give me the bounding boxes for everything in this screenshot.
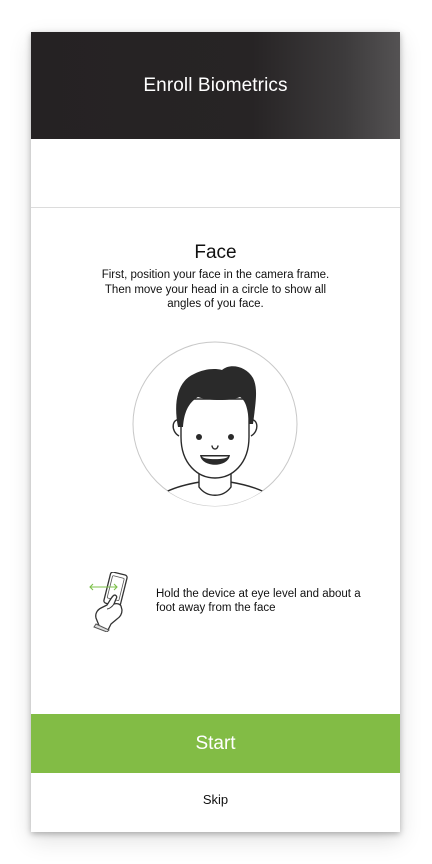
- page-title: Enroll Biometrics: [143, 74, 288, 96]
- hand-phone-icon: [87, 571, 135, 633]
- face-illustration: [132, 341, 298, 507]
- section-title: Face: [194, 242, 237, 263]
- app-window: Enroll Biometrics Face First, position y…: [31, 32, 400, 832]
- section-description: First, position your face in the camera …: [101, 269, 330, 310]
- device-tip: Hold the device at eye level and about a…: [87, 571, 377, 634]
- header-divider: [31, 207, 400, 208]
- face-avatar-icon: [132, 341, 298, 507]
- start-button[interactable]: Start: [31, 714, 400, 773]
- skip-button[interactable]: Skip: [31, 774, 400, 824]
- app-header: Enroll Biometrics: [31, 32, 400, 139]
- tip-text: Hold the device at eye level and about a…: [156, 588, 361, 614]
- screen-backdrop: Enroll Biometrics Face First, position y…: [0, 0, 432, 864]
